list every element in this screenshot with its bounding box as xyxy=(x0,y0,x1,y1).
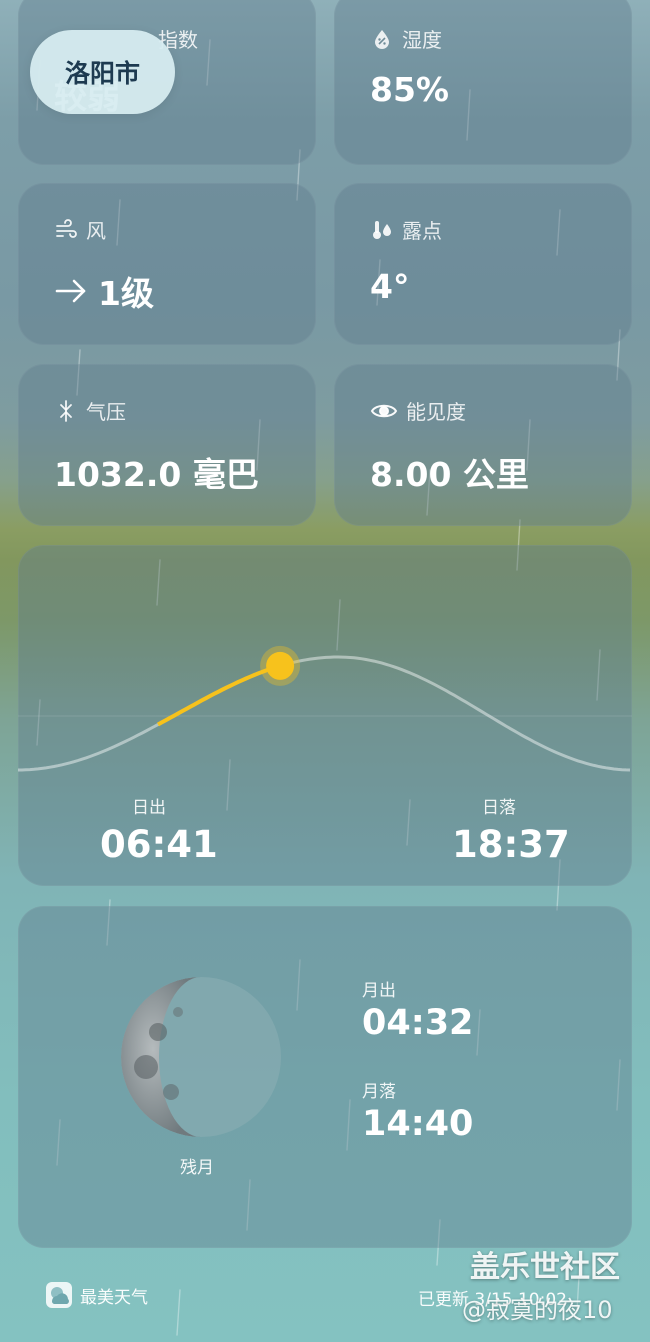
app-attribution[interactable]: 最美天气 xyxy=(46,1282,148,1308)
wind-icon xyxy=(54,218,78,242)
wind-label: 风 xyxy=(86,219,106,243)
humidity-label: 湿度 xyxy=(402,28,442,52)
moonrise-label: 月出 xyxy=(362,981,396,1001)
dewpoint-label: 露点 xyxy=(402,219,442,243)
watermark-user: @寂寞的夜10 xyxy=(462,1296,613,1324)
thermometer-drop-icon xyxy=(370,218,394,242)
sunset-label: 日落 xyxy=(482,798,516,818)
moon-phase-icon xyxy=(121,977,281,1137)
app-name: 最美天气 xyxy=(80,1287,148,1308)
eye-icon xyxy=(370,399,398,423)
wind-value: 1级 xyxy=(98,274,154,313)
sunrise-label: 日出 xyxy=(132,798,166,818)
sun-icon xyxy=(266,651,295,680)
sunset-time: 18:37 xyxy=(452,823,570,866)
moonset-label: 月落 xyxy=(362,1082,396,1102)
visibility-card[interactable]: 能见度 8.00 公里 xyxy=(334,364,632,526)
dewpoint-card[interactable]: 露点 4° xyxy=(334,183,632,345)
sunrise-time: 06:41 xyxy=(100,823,218,866)
wind-card[interactable]: 风 1级 xyxy=(18,183,316,345)
moon-phase-label: 残月 xyxy=(180,1158,214,1178)
humidity-value: 85% xyxy=(370,70,449,109)
app-logo-icon xyxy=(46,1282,72,1308)
watermark-title: 盖乐世社区 xyxy=(470,1250,620,1285)
arrow-right-icon xyxy=(54,276,88,306)
sun-card: 日出 06:41 日落 18:37 xyxy=(18,545,632,886)
moonset-time: 14:40 xyxy=(362,1104,474,1144)
pressure-card[interactable]: 气压 1032.0 毫巴 xyxy=(18,364,316,526)
moon-card: 残月 月出 04:32 月落 14:40 xyxy=(18,906,632,1248)
visibility-value: 8.00 公里 xyxy=(370,455,529,494)
pressure-icon xyxy=(54,399,78,423)
pressure-value: 1032.0 毫巴 xyxy=(54,455,259,494)
pressure-label: 气压 xyxy=(86,400,126,424)
humidity-card[interactable]: 湿度 85% xyxy=(334,0,632,165)
sun-path-curve xyxy=(18,655,631,772)
dewpoint-value: 4° xyxy=(370,267,410,306)
humidity-drop-icon xyxy=(370,27,394,51)
moonrise-time: 04:32 xyxy=(362,1003,474,1043)
city-selector[interactable]: 洛阳市 xyxy=(30,30,175,114)
visibility-label: 能见度 xyxy=(406,400,466,424)
